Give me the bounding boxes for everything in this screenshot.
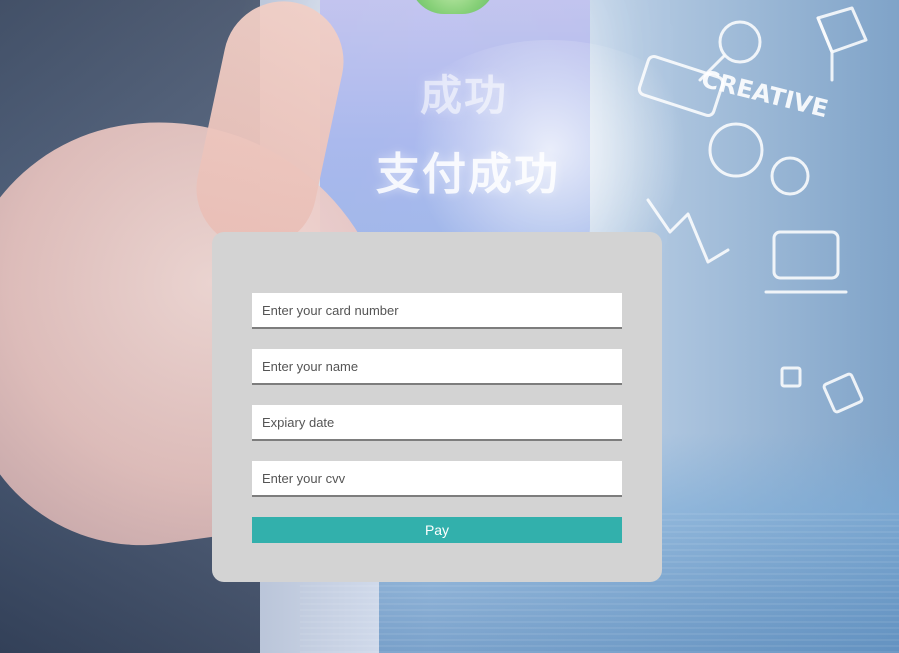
cube-icon — [816, 6, 868, 54]
monitor-icon — [772, 230, 840, 280]
small-box-icon — [780, 366, 802, 388]
name-input[interactable] — [252, 349, 622, 385]
expiry-date-input[interactable] — [252, 405, 622, 441]
card-number-input[interactable] — [252, 293, 622, 329]
page-background: 成功 支付成功 CREATIVE Pay — [0, 0, 899, 653]
pay-button[interactable]: Pay — [252, 517, 622, 543]
payment-form: Pay — [212, 232, 662, 582]
phone-text-main: 支付成功 — [376, 149, 560, 200]
cube-edge — [816, 16, 834, 82]
phone-text-top: 成功 — [420, 71, 509, 120]
magnifier-icon — [718, 20, 762, 64]
cvv-input[interactable] — [252, 461, 622, 497]
calculator-icon — [822, 372, 864, 414]
gear-icon — [708, 122, 764, 178]
node-icon — [770, 156, 810, 196]
